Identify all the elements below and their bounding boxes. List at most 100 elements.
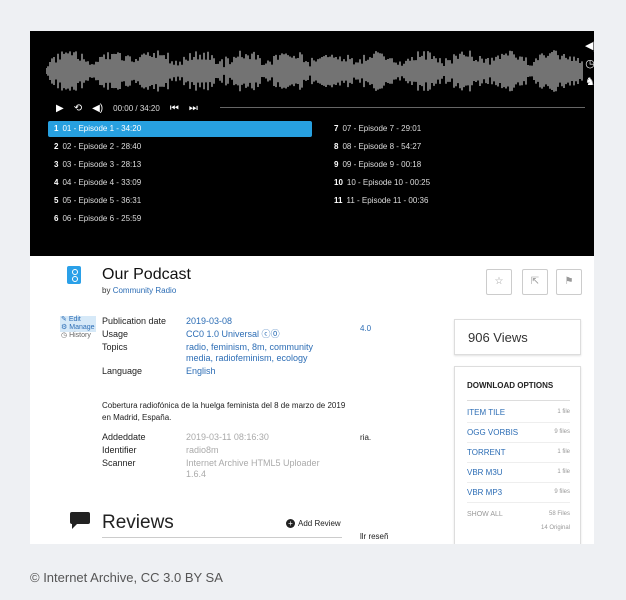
track-number: 9 [334,160,339,169]
topics-links[interactable]: radio, feminism, 8m, community media, ra… [186,342,332,364]
track-item[interactable]: 3 03 - Episode 3 - 28:13 [48,157,312,173]
track-number: 11 [334,196,343,205]
field-label: Topics [102,342,128,352]
add-review-button[interactable]: + Add Review [286,519,341,528]
flag-button[interactable]: ⚑ [556,269,582,295]
track-label: 11 - Episode 11 - 00:36 [346,196,429,205]
track-item[interactable]: 11 11 - Episode 11 - 00:36 [328,193,592,209]
track-item[interactable]: 5 05 - Episode 5 - 36:31 [48,193,312,209]
views-count: 906 Views [454,319,581,355]
track-label: 03 - Episode 3 - 28:13 [62,160,142,169]
download-format-link[interactable]: ITEM TILE [467,403,505,422]
download-option-row: ITEM TILE 1 file [467,403,570,423]
field-label: Scanner [102,458,136,468]
field-usage: Usage CC0 1.0 Universal ⓒ⓪ [102,329,332,340]
track-item[interactable]: 4 04 - Episode 4 - 33:09 [48,175,312,191]
download-file-count: 1 file [557,469,570,475]
field-publication-date: Publication date 2019-03-08 [102,316,332,327]
manage-label: Manage [69,324,95,331]
time-display: 00:00 / 34:20 [113,103,160,113]
download-format-link[interactable]: VBR MP3 [467,483,502,502]
license-link[interactable]: CC0 1.0 Universal ⓒ⓪ [186,329,332,340]
audio-icon [67,266,81,284]
creator-link[interactable]: Community Radio [113,286,177,295]
license-text: CC0 1.0 Universal [186,329,260,339]
repeat-icon[interactable]: ⟲ [74,103,82,114]
history-link[interactable]: ◷ History [60,332,96,340]
progress-bar[interactable] [220,107,585,108]
field-identifier: Identifier radio8m [102,445,332,456]
flag-icon: ⚑ [564,276,574,287]
track-number: 6 [54,214,59,223]
track-label: 06 - Episode 6 - 25:59 [62,214,142,223]
share-button[interactable]: ⇱ [522,269,548,295]
field-label: Addeddate [102,432,146,442]
track-item[interactable]: 10 10 - Episode 10 - 00:25 [328,175,592,191]
manage-link[interactable]: ⚙ Manage [60,324,96,332]
previous-icon[interactable]: ⏮ [170,103,179,114]
track-item[interactable]: 9 09 - Episode 9 - 00:18 [328,157,592,173]
download-file-count: 9 files [554,429,570,435]
download-format-link[interactable]: TORRENT [467,443,506,462]
track-item[interactable]: 7 07 - Episode 7 - 29:01 [328,121,592,137]
track-item[interactable]: 8 08 - Episode 8 - 54:27 [328,139,592,155]
original-count: 14 Original [540,525,570,531]
track-number: 1 [54,124,59,133]
llama-icon[interactable]: ♞ [585,75,594,89]
star-icon: ☆ [494,276,504,287]
field-value: 2019-03-11 08:16:30 [186,432,269,442]
audio-player: ◀) ◷ ♞ ▶ ⟲ ◀) 00:00 / 34:20 ⏮ ⏭ 101 - Ep… [30,31,594,256]
track-label: 07 - Episode 7 - 29:01 [342,124,422,133]
volume-icon[interactable]: ◀) [585,39,594,53]
track-item[interactable]: 2 02 - Episode 2 - 28:40 [48,139,312,155]
edit-panel: ✎ Edit ⚙ Manage ◷ History [60,316,96,340]
player-controls: ▶ ⟲ ◀) 00:00 / 34:20 ⏮ ⏭ [56,101,208,115]
field-label: Usage [102,329,129,339]
track-number: 10 [334,178,343,187]
show-all-row: SHOW ALL 58 Files 14 Original [467,511,570,531]
track-number: 4 [54,178,59,187]
download-option-row: TORRENT 1 file [467,443,570,463]
track-number: 8 [334,142,339,151]
comment-icon [70,512,90,529]
clock-icon[interactable]: ◷ [585,57,594,71]
field-label: Identifier [102,445,137,455]
zero-icon: ⓪ [270,329,280,339]
field-label: Publication date [102,316,167,326]
download-file-count: 1 file [557,409,570,415]
share-icon: ⇱ [530,276,540,287]
download-format-link[interactable]: OGG VORBIS [467,423,518,442]
item-byline: by Community Radio [102,286,176,295]
files-count: 58 Files [548,511,570,517]
track-item[interactable]: 1 01 - Episode 1 - 34:20 [48,121,312,137]
field-value: Internet Archive HTML5 Uploader 1.6.4 [186,458,320,479]
by-label: by [102,286,111,295]
favorite-button[interactable]: ☆ [486,269,512,295]
history-label: History [69,332,91,339]
truncated-review-link[interactable]: llr reseñ [360,532,388,541]
volume-icon[interactable]: ◀) [92,103,103,114]
language-link[interactable]: English [186,366,332,377]
download-file-count: 1 file [557,449,570,455]
waveform[interactable] [46,47,584,95]
reviews-heading: Reviews [102,512,174,533]
plus-icon: + [286,519,295,528]
show-all-link[interactable]: SHOW ALL [467,511,503,518]
download-option-row: VBR MP3 9 files [467,483,570,503]
track-number: 7 [334,124,339,133]
publication-date-link[interactable]: 2019-03-08 [186,316,332,327]
license-version-text: 4.0 [360,324,372,333]
next-icon[interactable]: ⏭ [189,103,198,114]
track-label: 01 - Episode 1 - 34:20 [62,124,142,133]
track-label: 05 - Episode 5 - 36:31 [62,196,142,205]
edit-label: Edit [68,316,81,323]
edit-link[interactable]: ✎ Edit [60,316,96,324]
image-credit: © Internet Archive, CC 3.0 BY SA [30,570,223,585]
play-icon[interactable]: ▶ [56,103,64,114]
track-item[interactable]: 6 06 - Episode 6 - 25:59 [48,211,312,227]
track-label: 10 - Episode 10 - 00:25 [346,178,431,187]
download-format-link[interactable]: VBR M3U [467,463,503,482]
item-details: Our Podcast by Community Radio ☆ ⇱ ⚑ ✎ E… [30,256,594,544]
track-number: 3 [54,160,59,169]
track-label: 04 - Episode 4 - 33:09 [62,178,142,187]
